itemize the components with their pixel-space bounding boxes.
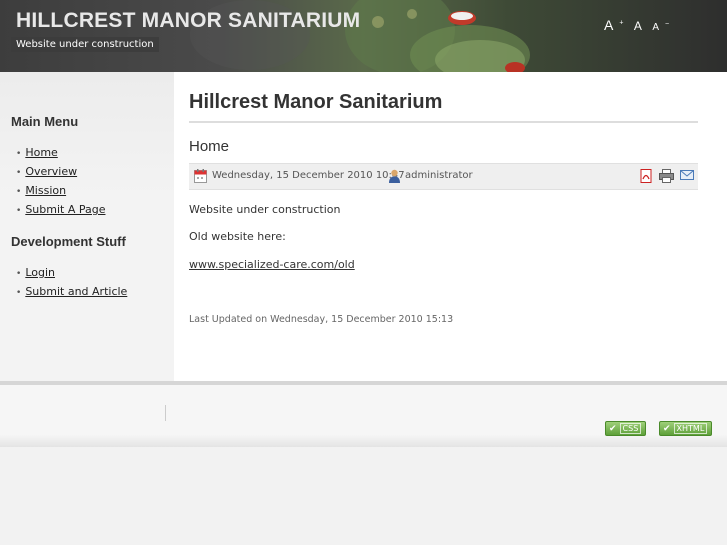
valid-xhtml-badge[interactable]: ✔ XHTML (659, 421, 713, 436)
font-size-tools: A + A A − (604, 17, 675, 35)
main-content: Hillcrest Manor Sanitarium Home Wednesda… (189, 72, 698, 381)
article-author: administrator (405, 170, 473, 181)
user-icon (389, 169, 400, 183)
increase-font-button[interactable]: A + (604, 17, 623, 33)
menu-link-login[interactable]: Login (25, 266, 55, 279)
dev-menu: Login Submit and Article (16, 263, 127, 301)
menu-item-submit-page: Submit A Page (16, 200, 105, 219)
pdf-icon[interactable] (640, 169, 653, 186)
article-link-paragraph: www.specialized-care.com/old (189, 258, 355, 271)
content-area: Main Menu Home Overview Mission Submit A… (0, 72, 727, 381)
menu-item-mission: Mission (16, 181, 105, 200)
reset-font-button[interactable]: A (634, 19, 642, 33)
check-icon: ✔ (663, 424, 671, 434)
menu-link-submit-article[interactable]: Submit and Article (25, 285, 127, 298)
main-menu: Home Overview Mission Submit A Page (16, 143, 105, 219)
old-website-link[interactable]: www.specialized-care.com/old (189, 258, 355, 271)
menu-link-submit-page[interactable]: Submit A Page (25, 203, 105, 216)
article-actions (637, 169, 694, 186)
article-paragraph: Website under construction (189, 203, 341, 216)
menu-item-home: Home (16, 143, 105, 162)
footer-divider (165, 405, 166, 421)
article-paragraph: Old website here: (189, 230, 286, 243)
decrease-font-button[interactable]: A − (652, 21, 669, 33)
article-meta-bar: Wednesday, 15 December 2010 10:47 admini… (189, 163, 698, 190)
site-title: HILLCREST MANOR SANITARIUM (16, 9, 361, 32)
article-date: Wednesday, 15 December 2010 10:47 (212, 170, 405, 181)
main-menu-title: Main Menu (11, 114, 79, 129)
calendar-icon (194, 169, 207, 183)
email-icon[interactable] (680, 169, 694, 184)
menu-item-submit-article: Submit and Article (16, 282, 127, 301)
check-icon: ✔ (609, 424, 617, 434)
last-updated: Last Updated on Wednesday, 15 December 2… (189, 314, 454, 325)
site-slogan: Website under construction (11, 37, 159, 52)
valid-css-badge[interactable]: ✔ CSS (605, 421, 647, 436)
article-title: Home (189, 138, 230, 155)
menu-link-mission[interactable]: Mission (25, 184, 66, 197)
menu-item-login: Login (16, 263, 127, 282)
menu-link-home[interactable]: Home (25, 146, 57, 159)
print-icon[interactable] (658, 169, 674, 186)
page-title: Hillcrest Manor Sanitarium (189, 91, 698, 123)
site-header: HILLCREST MANOR SANITARIUM Website under… (0, 0, 727, 72)
menu-link-overview[interactable]: Overview (25, 165, 77, 178)
dev-menu-title: Development Stuff (11, 234, 126, 249)
sidebar: Main Menu Home Overview Mission Submit A… (0, 72, 174, 381)
site-footer: ✔ CSS ✔ XHTML (0, 385, 727, 447)
menu-item-overview: Overview (16, 162, 105, 181)
